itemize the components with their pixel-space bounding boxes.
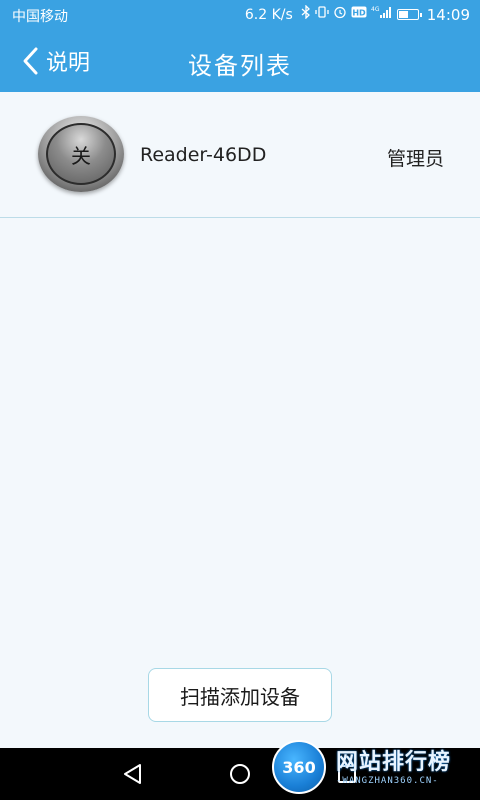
switch-face: 关 bbox=[46, 123, 116, 185]
svg-text:HD: HD bbox=[352, 9, 366, 18]
watermark: 360 网站排行榜 -WANGZHAN360.CN- bbox=[268, 738, 480, 796]
battery-icon bbox=[396, 9, 422, 20]
carrier-label: 中国移动 bbox=[12, 9, 68, 25]
watermark-logo-text: 360 bbox=[282, 757, 316, 777]
svg-text:4G: 4G bbox=[371, 6, 380, 13]
clock: 14:09 bbox=[426, 5, 470, 24]
page-title: 设备列表 bbox=[188, 52, 292, 80]
status-bar: 中国移动 6.2 K/s HD 4G 14:09 bbox=[0, 0, 480, 30]
watermark-logo: 360 bbox=[272, 740, 326, 794]
watermark-title: 网站排行榜 bbox=[336, 750, 452, 775]
4g-signal-icon: 4G bbox=[371, 5, 393, 24]
device-list-item[interactable]: 关 Reader-46DD 管理员 bbox=[0, 92, 480, 218]
device-name: Reader-46DD bbox=[140, 144, 267, 166]
nav-home-icon[interactable] bbox=[227, 761, 253, 787]
status-icons: 6.2 K/s HD 4G 14:09 bbox=[244, 4, 470, 24]
vibrate-icon bbox=[315, 5, 329, 24]
net-speed: 6.2 K/s bbox=[244, 6, 293, 23]
device-role: 管理员 bbox=[386, 148, 444, 170]
nav-back-icon[interactable] bbox=[120, 761, 146, 787]
power-switch-button[interactable]: 关 bbox=[38, 116, 124, 192]
hd-icon: HD bbox=[351, 5, 367, 24]
scan-add-device-button[interactable]: 扫描添加设备 bbox=[148, 668, 332, 722]
bluetooth-icon bbox=[301, 4, 311, 24]
watermark-subtitle: -WANGZHAN360.CN- bbox=[336, 776, 439, 786]
header: 中国移动 6.2 K/s HD 4G 14:09 说明 设备列表 bbox=[0, 0, 480, 92]
app-bar: 说明 设备列表 bbox=[0, 30, 480, 92]
alarm-icon bbox=[333, 5, 347, 24]
switch-state-label: 关 bbox=[71, 143, 91, 168]
